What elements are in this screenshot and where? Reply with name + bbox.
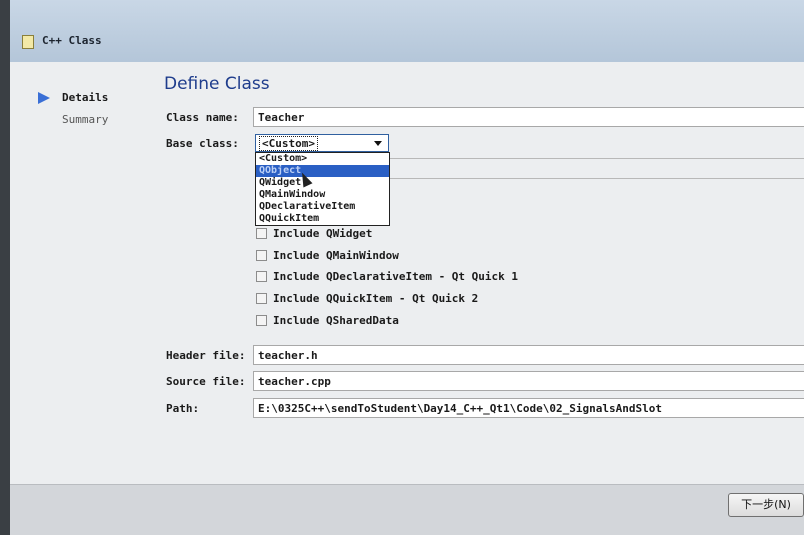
arrow-right-icon: [38, 92, 50, 104]
window-title: C++ Class: [42, 34, 102, 47]
chevron-down-icon[interactable]: [374, 141, 382, 146]
checkbox-icon[interactable]: [256, 314, 267, 326]
document-icon: [22, 35, 34, 49]
checkbox-include-qwidget[interactable]: Include QWidget: [256, 226, 372, 240]
checkbox-include-qshareddata[interactable]: Include QSharedData: [256, 313, 399, 327]
dropdown-option[interactable]: QWidget: [256, 177, 389, 189]
source-file-input[interactable]: teacher.cpp: [253, 371, 804, 391]
dropdown-option-highlighted[interactable]: QObject: [256, 165, 389, 177]
dropdown-option[interactable]: <Custom>: [256, 153, 389, 165]
source-file-label: Source file:: [166, 375, 246, 388]
checkbox-label: Include QSharedData: [273, 313, 399, 327]
checkbox-include-qmainwindow[interactable]: Include QMainWindow: [256, 248, 399, 262]
base-class-select[interactable]: <Custom>: [255, 134, 389, 152]
class-name-input[interactable]: Teacher: [253, 107, 804, 127]
title-bar: C++ Class: [10, 0, 804, 62]
base-class-dropdown[interactable]: <Custom> QObject QWidget QMainWindow QDe…: [255, 152, 390, 226]
divider: [390, 158, 804, 159]
page-title: Define Class: [164, 74, 270, 94]
path-label: Path:: [166, 402, 200, 415]
checkbox-icon[interactable]: [256, 227, 267, 239]
dropdown-option[interactable]: QMainWindow: [256, 189, 389, 201]
header-file-input[interactable]: teacher.h: [253, 345, 804, 365]
nav-item-summary[interactable]: Summary: [62, 113, 108, 126]
dropdown-option[interactable]: QDeclarativeItem: [256, 201, 389, 213]
base-class-label: Base class:: [166, 137, 239, 150]
checkbox-label: Include QWidget: [273, 226, 373, 240]
checkbox-icon[interactable]: [256, 292, 267, 304]
checkbox-icon[interactable]: [256, 249, 267, 261]
checkbox-include-qquickitem[interactable]: Include QQuickItem - Qt Quick 2: [256, 291, 478, 305]
checkbox-label: Include QDeclarativeItem - Qt Quick 1: [273, 269, 519, 283]
divider: [390, 178, 804, 179]
nav-item-details[interactable]: Details: [62, 91, 108, 104]
dropdown-option[interactable]: QQuickItem: [256, 213, 389, 225]
base-class-selected: <Custom>: [259, 136, 318, 151]
next-button[interactable]: 下一步(N): [728, 493, 804, 517]
path-input[interactable]: E:\0325C++\sendToStudent\Day14_C++_Qt1\C…: [253, 398, 804, 418]
checkbox-label: Include QMainWindow: [273, 248, 399, 262]
wizard-window: C++ Class Details Summary Define Class C…: [10, 0, 804, 535]
header-file-label: Header file:: [166, 349, 246, 362]
wizard-footer: 下一步(N): [10, 484, 804, 535]
class-name-label: Class name:: [166, 111, 239, 124]
checkbox-label: Include QQuickItem - Qt Quick 2: [273, 291, 479, 305]
checkbox-include-qdeclarativeitem[interactable]: Include QDeclarativeItem - Qt Quick 1: [256, 269, 518, 283]
checkbox-icon[interactable]: [256, 270, 267, 282]
